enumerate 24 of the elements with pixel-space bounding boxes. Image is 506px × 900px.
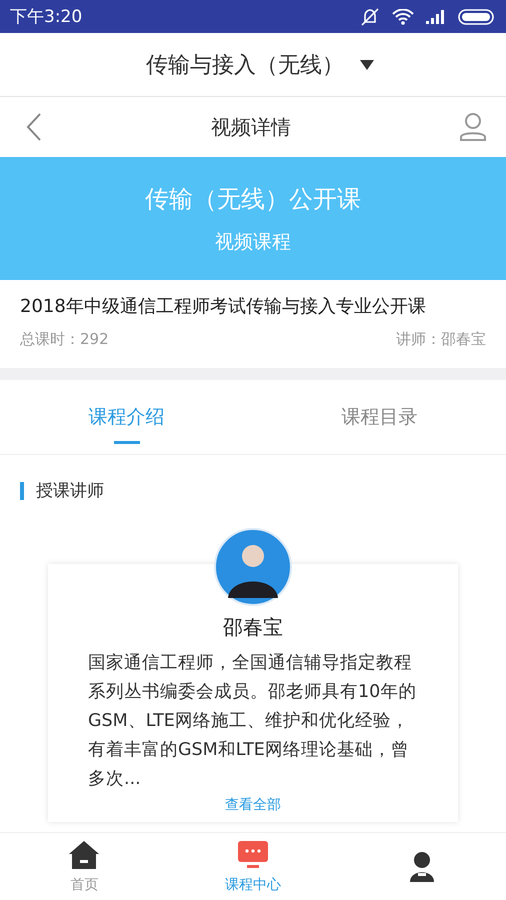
tab-bar-label: 首页 bbox=[70, 876, 98, 894]
course-title: 2018年中级通信工程师考试传输与接入专业公开课 bbox=[20, 295, 427, 318]
banner-subtitle: 视频课程 bbox=[215, 230, 291, 254]
section-marker bbox=[20, 482, 24, 500]
banner-title: 传输（无线）公开课 bbox=[145, 184, 361, 214]
teacher-name: 邵春宝 bbox=[223, 614, 283, 641]
user-icon[interactable] bbox=[460, 113, 486, 141]
back-icon[interactable] bbox=[26, 113, 42, 141]
battery-icon bbox=[458, 8, 494, 24]
home-icon bbox=[68, 840, 100, 870]
status-time: 下午3:20 bbox=[10, 6, 82, 28]
section-heading: 授课讲师 bbox=[36, 480, 104, 502]
signal-icon bbox=[426, 10, 446, 24]
wifi-icon bbox=[392, 8, 414, 24]
dropdown-caret-icon bbox=[360, 60, 374, 70]
page-title: 视频详情 bbox=[211, 114, 291, 140]
tab-bar-label: 课程中心 bbox=[225, 876, 281, 894]
view-all-link[interactable]: 查看全部 bbox=[225, 796, 281, 814]
monitor-icon bbox=[237, 840, 269, 870]
lecturer-name: 讲师：邵春宝 bbox=[396, 330, 486, 349]
total-hours: 总课时：292 bbox=[20, 330, 109, 349]
teacher-bio: 国家通信工程师，全国通信辅导指定教程系列丛书编委会成员。邵老师具有10年的GSM、LTE网络施工、维护和优化经验，有着丰富的GSM和LTE网络理论基础，曾多次... bbox=[88, 652, 418, 791]
person-icon bbox=[408, 850, 436, 882]
mute-icon bbox=[360, 8, 380, 26]
